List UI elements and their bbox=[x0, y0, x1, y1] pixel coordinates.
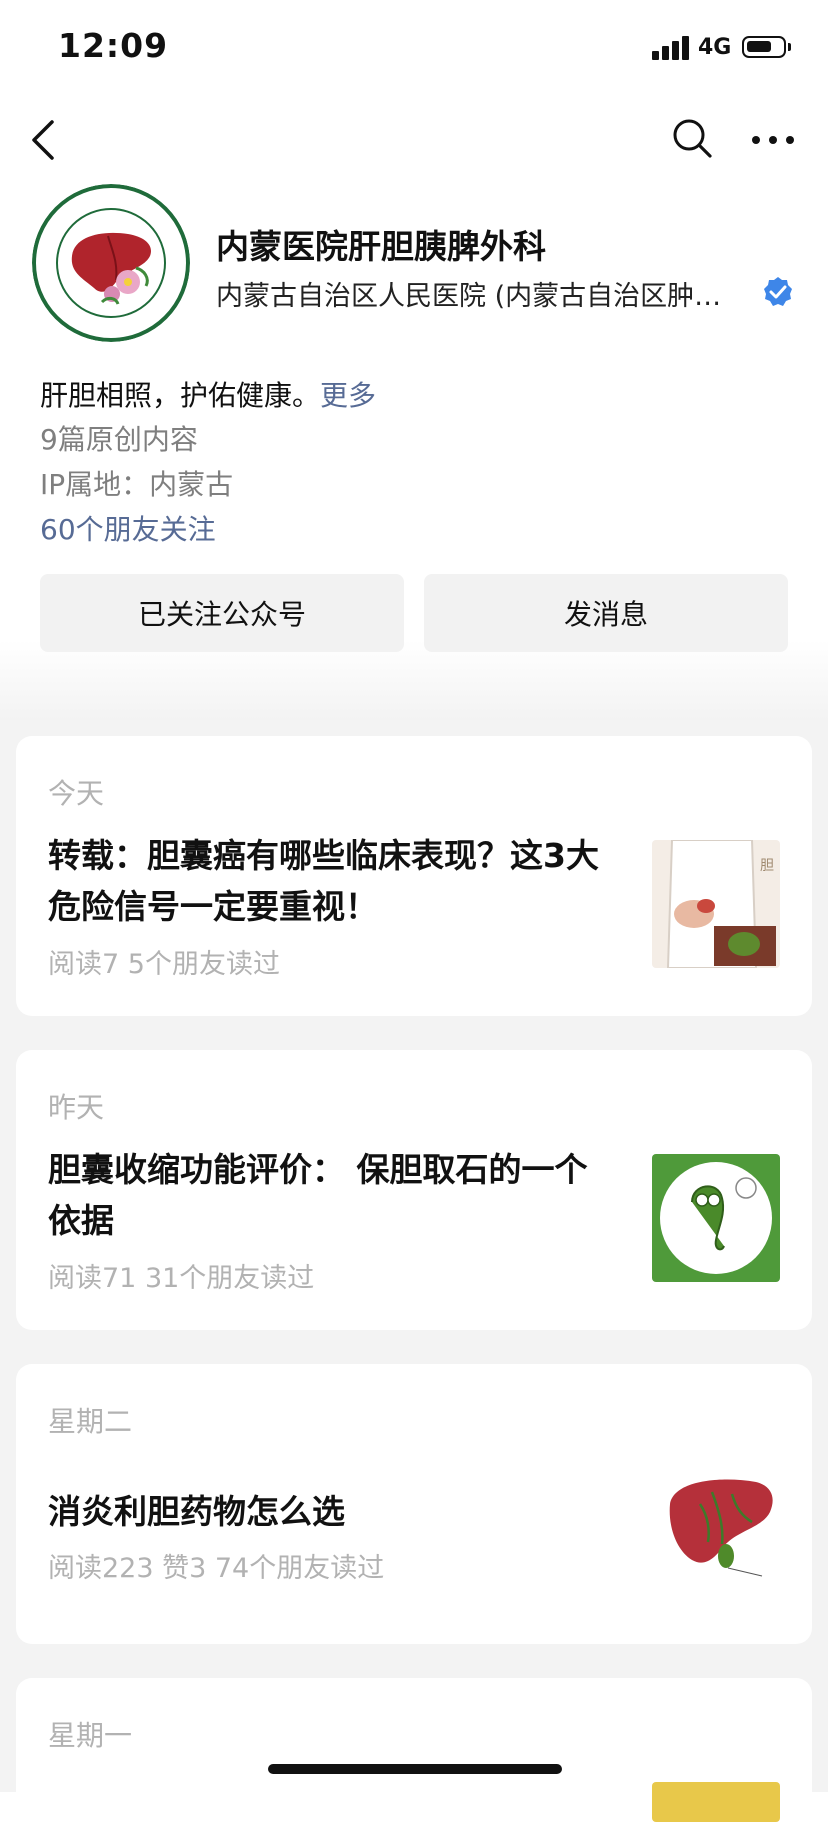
article-card[interactable]: 星期一 bbox=[16, 1678, 812, 1838]
article-thumbnail[interactable] bbox=[652, 1464, 780, 1592]
article-stats: 阅读7 5个朋友读过 bbox=[48, 949, 280, 980]
article-card[interactable]: 昨天 胆囊收缩功能评价： 保胆取石的一个依据 阅读71 31个朋友读过 bbox=[16, 1050, 812, 1330]
more-icon[interactable] bbox=[748, 122, 798, 158]
account-logo-avatar[interactable] bbox=[32, 184, 190, 342]
article-date: 星期一 bbox=[48, 1719, 133, 1752]
article-card[interactable]: 今天 转载：胆囊癌有哪些临床表现？这3大危险信号一定要重视！ 阅读7 5个朋友读… bbox=[16, 736, 812, 1016]
verified-badge-icon bbox=[764, 277, 792, 306]
bio-more-link[interactable]: 更多 bbox=[320, 379, 376, 412]
original-content-count[interactable]: 9篇原创内容 bbox=[40, 418, 198, 458]
article-stats: 阅读223 赞3 74个朋友读过 bbox=[48, 1553, 385, 1584]
friends-following[interactable]: 60个朋友关注 bbox=[40, 508, 216, 548]
network-type: 4G bbox=[698, 35, 732, 60]
article-thumbnail[interactable]: 胆 bbox=[652, 840, 780, 968]
article-date: 昨天 bbox=[48, 1091, 105, 1124]
article-card[interactable]: 星期二 消炎利胆药物怎么选 阅读223 赞3 74个朋友读过 bbox=[16, 1364, 812, 1644]
send-message-button[interactable]: 发消息 bbox=[424, 574, 788, 652]
account-name: 内蒙医院肝胆胰脾外科 bbox=[216, 227, 546, 266]
article-stats: 阅读71 31个朋友读过 bbox=[48, 1263, 315, 1294]
organization-name[interactable]: 内蒙古自治区人民医院 (内蒙古自治区肿… bbox=[216, 274, 746, 313]
article-title[interactable]: 转载：胆囊癌有哪些临床表现？这3大危险信号一定要重视！ bbox=[48, 830, 608, 932]
article-title[interactable]: 消炎利胆药物怎么选 bbox=[48, 1486, 608, 1537]
article-thumbnail[interactable] bbox=[652, 1154, 780, 1282]
article-thumbnail[interactable] bbox=[652, 1782, 780, 1822]
article-date: 星期二 bbox=[48, 1405, 133, 1438]
article-date: 今天 bbox=[48, 777, 105, 810]
battery-icon bbox=[742, 36, 791, 58]
signal-icon bbox=[652, 34, 692, 60]
status-time: 12:09 bbox=[58, 26, 169, 65]
back-icon[interactable] bbox=[28, 118, 64, 162]
article-title[interactable]: 胆囊收缩功能评价： 保胆取石的一个依据 bbox=[48, 1144, 608, 1246]
followed-button[interactable]: 已关注公众号 bbox=[40, 574, 404, 652]
home-indicator[interactable] bbox=[268, 1764, 562, 1774]
svg-text:胆: 胆 bbox=[760, 858, 774, 874]
ip-location: IP属地：内蒙古 bbox=[40, 468, 234, 501]
bio-text: 肝胆相照，护佑健康。 bbox=[40, 379, 321, 412]
account-bio: 肝胆相照，护佑健康。更多 bbox=[40, 374, 376, 414]
search-icon[interactable] bbox=[670, 116, 714, 160]
